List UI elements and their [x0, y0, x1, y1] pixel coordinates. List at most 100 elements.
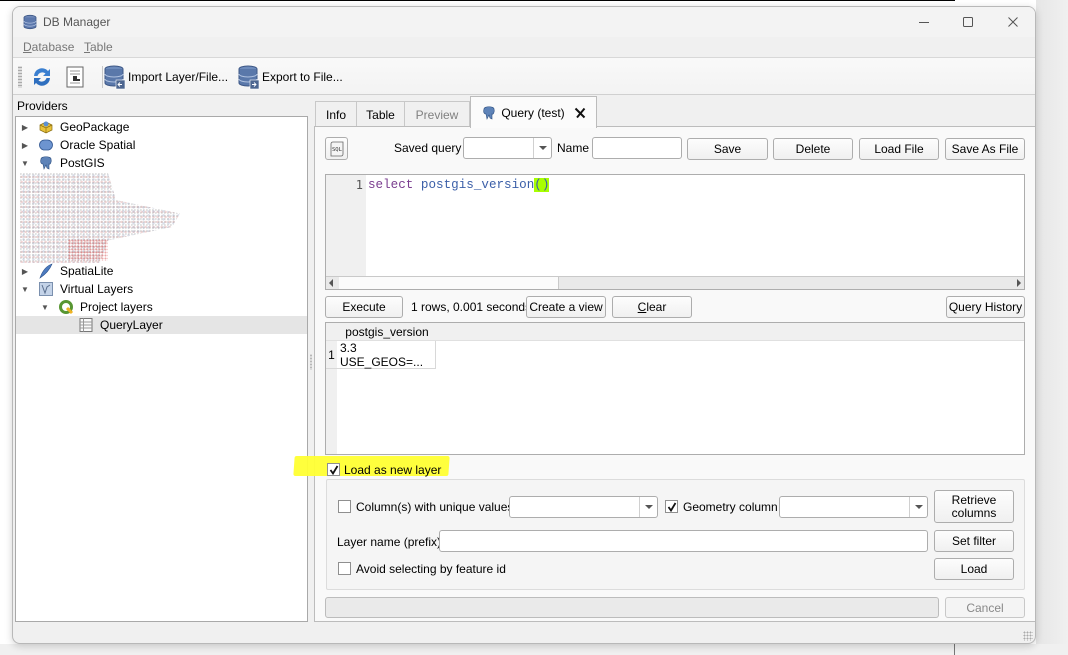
- sql-keyword: select: [368, 178, 414, 192]
- column-header[interactable]: postgis_version: [337, 323, 437, 341]
- postgis-icon: [483, 105, 495, 120]
- unique-columns-label: Column(s) with unique values: [356, 500, 514, 514]
- load-layer-group: Column(s) with unique values Geometry co…: [326, 479, 1025, 590]
- delete-button[interactable]: Delete: [773, 138, 853, 160]
- sql-editor[interactable]: 1 select postgis_version(): [325, 174, 1025, 290]
- retrieve-columns-label-1: Retrieve: [951, 492, 997, 507]
- chevron-down-icon[interactable]: [533, 138, 551, 158]
- chevron-down-icon[interactable]: [639, 497, 657, 517]
- tab-table[interactable]: Table: [356, 101, 405, 127]
- refresh-button[interactable]: [30, 63, 54, 91]
- tree-item-querylayer[interactable]: QueryLayer: [16, 316, 307, 334]
- sql-builder-button[interactable]: SQL: [325, 137, 348, 160]
- tree-label: QueryLayer: [100, 318, 163, 332]
- editor-horizontal-scrollbar[interactable]: [326, 276, 1024, 289]
- sql-code[interactable]: select postgis_version(): [368, 178, 550, 192]
- tab-query[interactable]: Query (test): [470, 96, 597, 128]
- close-tab-icon[interactable]: [573, 106, 587, 120]
- scroll-right-icon[interactable]: [1017, 279, 1021, 287]
- import-layer-button[interactable]: Import Layer/File...: [103, 63, 228, 91]
- load-as-new-layer-checkbox[interactable]: [327, 463, 340, 476]
- cancel-button[interactable]: Cancel: [945, 597, 1025, 618]
- results-table[interactable]: postgis_version 1 3.3 USE_GEOS=...: [325, 322, 1025, 455]
- retrieve-columns-button[interactable]: Retrieve columns: [934, 490, 1014, 523]
- collapse-arrow-icon[interactable]: ▼: [40, 302, 50, 312]
- tab-preview-label: Preview: [415, 107, 459, 122]
- tree-label: GeoPackage: [60, 120, 130, 134]
- resize-grip[interactable]: [1023, 631, 1033, 641]
- unique-columns-combo[interactable]: [509, 496, 658, 518]
- geometry-column-checkbox[interactable]: [665, 500, 678, 513]
- expand-arrow-icon[interactable]: ▶: [20, 122, 30, 132]
- geopackage-icon: [39, 121, 53, 134]
- brace-match: (): [534, 178, 550, 192]
- toolbar-grip[interactable]: [18, 66, 22, 88]
- table-cell[interactable]: 3.3 USE_GEOS=...: [337, 341, 436, 369]
- row-number[interactable]: 1: [326, 341, 337, 369]
- close-button[interactable]: [998, 11, 1028, 33]
- tree-label: Oracle Spatial: [60, 138, 136, 152]
- tree-item-oracle-spatial[interactable]: ▶ Oracle Spatial: [16, 136, 307, 154]
- toolbar: Import Layer/File... Export to File...: [13, 57, 1035, 95]
- line-number-gutter: 1: [326, 175, 366, 276]
- layer-name-input[interactable]: [439, 530, 928, 552]
- scroll-left-icon[interactable]: [329, 279, 333, 287]
- title-bar: DB Manager: [13, 7, 1035, 37]
- tree-label: Virtual Layers: [60, 282, 134, 296]
- tree-item-postgis[interactable]: ▼ PostGIS: [16, 154, 307, 172]
- splitter-grip[interactable]: [310, 354, 312, 370]
- providers-tree[interactable]: ▶ GeoPackage ▶ Oracle Spatial ▼ PostGIS: [15, 116, 308, 622]
- menu-table[interactable]: Table: [84, 40, 113, 54]
- import-layer-label: Import Layer/File...: [128, 70, 229, 84]
- tab-info-label: Info: [325, 107, 346, 122]
- tab-preview[interactable]: Preview: [404, 101, 470, 127]
- sql-window-button[interactable]: [65, 63, 85, 91]
- unique-columns-checkbox[interactable]: [338, 500, 351, 513]
- collapse-arrow-icon[interactable]: ▼: [20, 158, 30, 168]
- scrollbar-thumb[interactable]: [339, 277, 559, 289]
- minimize-icon: [919, 22, 929, 23]
- tree-item-geopackage[interactable]: ▶ GeoPackage: [16, 118, 307, 136]
- desktop-edge: [0, 0, 955, 1]
- load-button[interactable]: Load: [934, 558, 1014, 580]
- desktop-background-right: [1036, 0, 1068, 655]
- sql-function: postgis_version: [420, 178, 535, 192]
- execute-button[interactable]: Execute: [325, 296, 403, 318]
- progress-bar: [325, 597, 939, 618]
- avoid-feature-id-checkbox[interactable]: [338, 562, 351, 575]
- expand-arrow-icon[interactable]: ▶: [20, 266, 30, 276]
- menu-bar: Database Table: [13, 37, 1035, 57]
- create-view-button[interactable]: Create a view: [526, 296, 606, 318]
- tree-item-project-layers[interactable]: ▼ Project layers: [16, 298, 307, 316]
- clear-mnemonic: C: [637, 300, 647, 314]
- spatialite-icon: [39, 263, 53, 279]
- export-file-button[interactable]: Export to File...: [237, 63, 343, 91]
- collapse-arrow-icon[interactable]: ▼: [20, 284, 30, 294]
- tree-item-spatialite[interactable]: ▶ SpatiaLite: [16, 262, 307, 280]
- clear-label: lear: [646, 300, 667, 314]
- maximize-button[interactable]: [953, 11, 983, 33]
- geometry-column-label: Geometry column: [683, 500, 778, 514]
- close-icon: [1008, 17, 1018, 27]
- minimize-button[interactable]: [909, 11, 939, 33]
- menu-table-label: able: [90, 40, 113, 54]
- load-file-button[interactable]: Load File: [859, 138, 939, 160]
- query-panel: SQL Saved query Name Save Delete Load Fi…: [293, 126, 1035, 622]
- saved-query-combo[interactable]: [463, 137, 552, 159]
- set-filter-button[interactable]: Set filter: [934, 530, 1014, 552]
- query-name-input[interactable]: [592, 137, 682, 159]
- tree-label: SpatiaLite: [60, 264, 114, 278]
- geometry-column-combo[interactable]: [779, 496, 928, 518]
- tree-item-virtual-layers[interactable]: ▼ Virtual Layers: [16, 280, 307, 298]
- query-history-button[interactable]: Query History: [946, 296, 1025, 318]
- menu-database[interactable]: Database: [23, 40, 74, 54]
- save-as-file-button[interactable]: Save As File: [945, 138, 1025, 160]
- expand-arrow-icon[interactable]: ▶: [20, 140, 30, 150]
- chevron-down-icon[interactable]: [909, 497, 927, 517]
- save-button[interactable]: Save: [687, 138, 768, 160]
- checkmark-icon: [667, 502, 676, 512]
- desktop-background-bottom: [0, 644, 1068, 655]
- tab-info[interactable]: Info: [315, 101, 357, 127]
- sql-icon: SQL: [330, 141, 343, 156]
- clear-button[interactable]: Clear: [612, 296, 692, 318]
